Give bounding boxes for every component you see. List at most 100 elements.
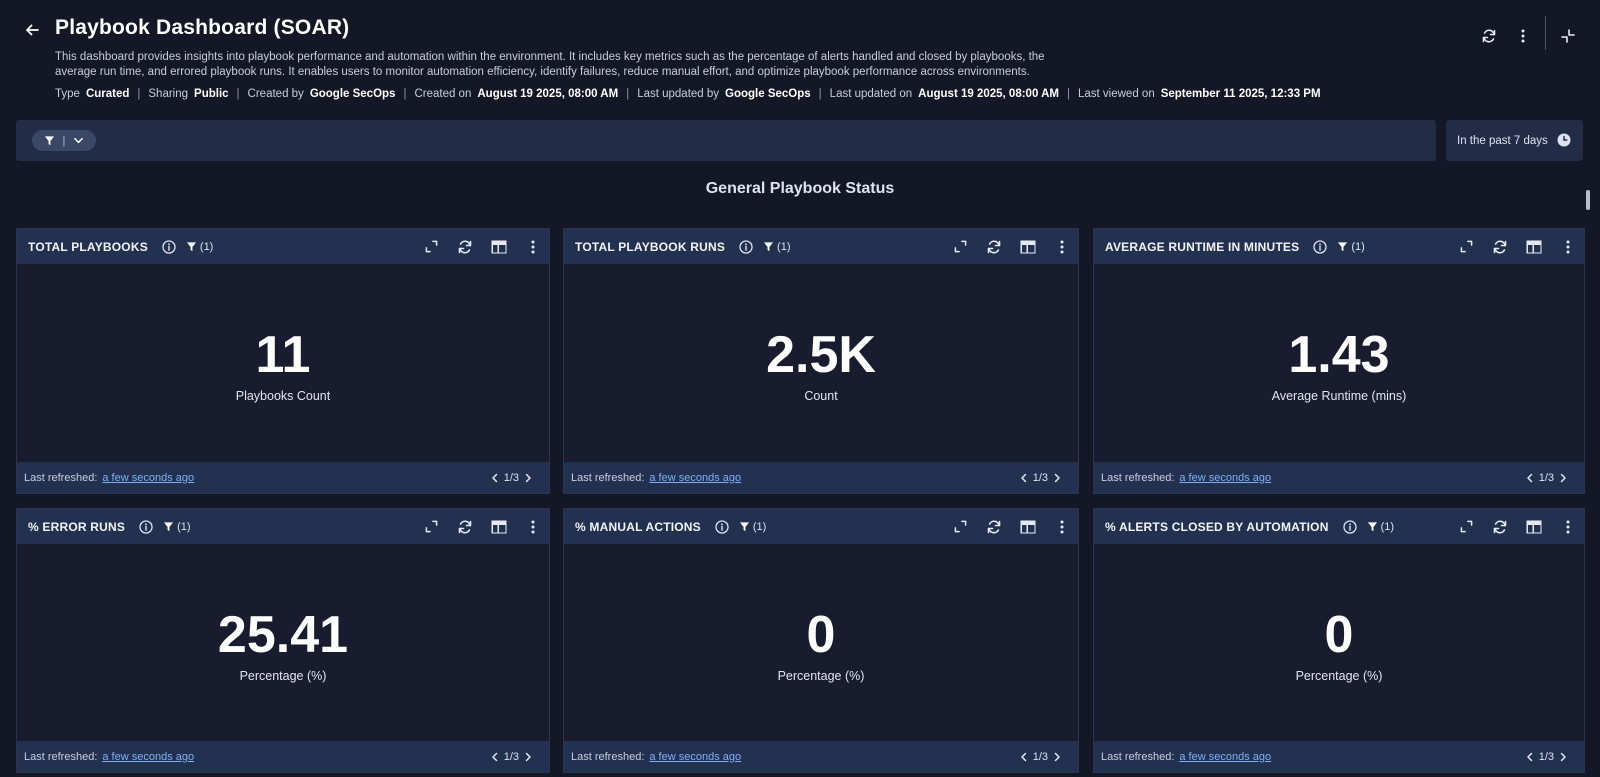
last-refreshed-link[interactable]: a few seconds ago — [649, 472, 741, 484]
meta-updated-by-label: Last updated by — [637, 88, 720, 100]
page-indicator: 1/3 — [1538, 750, 1554, 763]
refresh-widget-button[interactable] — [984, 237, 1004, 257]
page-indicator: 1/3 — [1032, 750, 1048, 763]
refresh-widget-button[interactable] — [455, 237, 475, 257]
info-button[interactable] — [139, 519, 153, 534]
card-title: % ERROR RUNS — [28, 519, 126, 534]
prev-page-button[interactable] — [1523, 750, 1537, 764]
table-layout-icon — [1526, 240, 1542, 253]
expand-button[interactable] — [950, 517, 970, 537]
card-filter-button[interactable]: (1) — [763, 241, 791, 253]
last-refreshed-label: Last refreshed: — [571, 750, 645, 763]
page-indicator: 1/3 — [1538, 471, 1554, 484]
chevron-down-icon — [74, 137, 84, 144]
next-page-button[interactable] — [1050, 750, 1064, 764]
last-refreshed-link[interactable]: a few seconds ago — [102, 472, 194, 484]
card-more-options-button[interactable] — [1052, 237, 1072, 257]
collapse-header-button[interactable] — [1556, 24, 1580, 48]
meta-viewed-on-label: Last viewed on — [1078, 88, 1155, 100]
chevron-left-icon — [1526, 473, 1532, 482]
page-indicator: 1/3 — [1032, 471, 1048, 484]
refresh-icon — [458, 239, 472, 254]
pager: 1/3 — [1523, 741, 1570, 772]
last-refreshed-link[interactable]: a few seconds ago — [102, 751, 194, 763]
next-page-button[interactable] — [1556, 471, 1570, 485]
next-page-button[interactable] — [521, 750, 535, 764]
table-view-button[interactable] — [1524, 237, 1544, 257]
last-refreshed-link[interactable]: a few seconds ago — [1179, 751, 1271, 763]
prev-page-button[interactable] — [1017, 750, 1031, 764]
chevron-right-icon — [1054, 752, 1060, 761]
expand-button[interactable] — [950, 237, 970, 257]
card-more-options-button[interactable] — [523, 237, 543, 257]
next-page-button[interactable] — [521, 471, 535, 485]
card-header: % ERROR RUNS (1) — [17, 509, 549, 544]
card-title: AVERAGE RUNTIME IN MINUTES — [1105, 239, 1300, 254]
last-refreshed-label: Last refreshed: — [24, 750, 98, 763]
filter-count: (1) — [177, 520, 191, 533]
table-view-button[interactable] — [489, 517, 509, 537]
expand-button[interactable] — [1456, 517, 1476, 537]
chevron-left-icon — [1020, 473, 1026, 482]
card-header: TOTAL PLAYBOOKS (1) — [17, 229, 549, 264]
page-description: This dashboard provides insights into pl… — [55, 51, 1045, 78]
expand-button[interactable] — [421, 517, 441, 537]
info-icon — [162, 239, 176, 254]
expand-button[interactable] — [421, 237, 441, 257]
info-icon — [715, 519, 729, 534]
info-button[interactable] — [739, 239, 753, 254]
filter-count: (1) — [199, 240, 214, 253]
info-button[interactable] — [1342, 519, 1357, 534]
card-toolbar — [407, 509, 543, 544]
refresh-icon — [987, 519, 1001, 534]
card-footer: Last refreshed: a few seconds ago 1/3 — [1094, 462, 1584, 493]
prev-page-button[interactable] — [488, 750, 502, 764]
next-page-button[interactable] — [1556, 750, 1570, 764]
card-more-options-button[interactable] — [1558, 237, 1578, 257]
refresh-icon — [1493, 519, 1507, 534]
card-filter-button[interactable]: (1) — [739, 521, 766, 533]
last-refreshed-link[interactable]: a few seconds ago — [1179, 472, 1271, 484]
info-button[interactable] — [715, 519, 729, 534]
card-more-options-button[interactable] — [523, 517, 543, 537]
refresh-icon — [987, 239, 1001, 254]
table-view-button[interactable] — [1524, 517, 1544, 537]
table-view-button[interactable] — [1018, 517, 1038, 537]
prev-page-button[interactable] — [488, 471, 502, 485]
info-button[interactable] — [162, 239, 176, 254]
more-options-button[interactable] — [1511, 24, 1535, 48]
metric-value: 0 — [806, 606, 836, 664]
table-view-button[interactable] — [1018, 237, 1038, 257]
card-toolbar — [936, 229, 1072, 264]
next-page-button[interactable] — [1050, 471, 1064, 485]
table-view-button[interactable] — [489, 237, 509, 257]
refresh-widget-button[interactable] — [1490, 237, 1510, 257]
card-filter-button[interactable]: (1) — [163, 520, 191, 533]
last-refreshed-label: Last refreshed: — [1101, 750, 1175, 763]
filter-dropdown-button[interactable]: | — [32, 130, 96, 151]
card-title: % ALERTS CLOSED BY AUTOMATION — [1105, 519, 1329, 534]
card-filter-button[interactable]: (1) — [1367, 521, 1394, 533]
prev-page-button[interactable] — [1017, 471, 1031, 485]
back-button[interactable] — [20, 18, 44, 42]
card-filter-button[interactable]: (1) — [186, 241, 213, 253]
pager: 1/3 — [1017, 741, 1064, 772]
more-vert-icon — [531, 520, 535, 533]
scrollbar-thumb[interactable] — [1586, 190, 1590, 210]
refresh-widget-button[interactable] — [984, 517, 1004, 537]
refresh-dashboard-button[interactable] — [1477, 24, 1501, 48]
card-filter-button[interactable]: (1) — [1337, 241, 1365, 253]
info-icon — [739, 239, 753, 254]
info-button[interactable] — [1313, 239, 1327, 254]
expand-button[interactable] — [1456, 237, 1476, 257]
card-more-options-button[interactable] — [1052, 517, 1072, 537]
refresh-widget-button[interactable] — [455, 517, 475, 537]
prev-page-button[interactable] — [1523, 471, 1537, 485]
more-vert-icon — [1521, 29, 1525, 43]
refresh-widget-button[interactable] — [1490, 517, 1510, 537]
time-range-selector[interactable]: In the past 7 days — [1446, 120, 1583, 161]
info-icon — [139, 519, 153, 534]
card-footer: Last refreshed: a few seconds ago 1/3 — [17, 462, 549, 493]
card-more-options-button[interactable] — [1558, 517, 1578, 537]
last-refreshed-link[interactable]: a few seconds ago — [649, 751, 741, 763]
